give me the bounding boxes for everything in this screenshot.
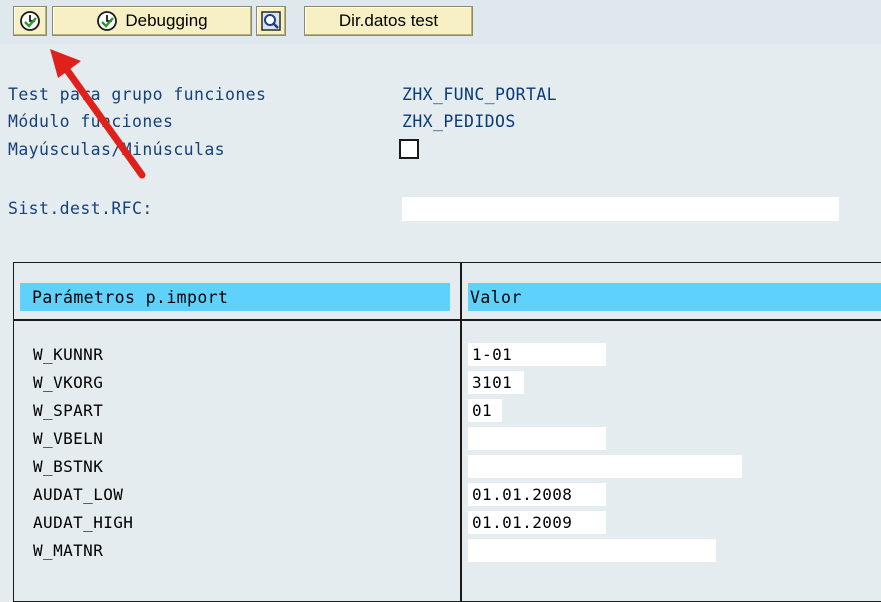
param-value-input[interactable]: 01 — [468, 399, 502, 422]
param-name: W_SPART — [33, 401, 104, 420]
debugging-button-label: Debugging — [125, 11, 208, 30]
param-name: W_BSTNK — [33, 457, 104, 476]
param-value-input[interactable] — [468, 427, 606, 450]
param-value-input[interactable] — [468, 539, 716, 562]
param-value-input[interactable] — [468, 455, 742, 478]
param-value-input[interactable]: 3101 — [468, 371, 524, 394]
column-header-value: Valor — [468, 283, 881, 311]
case-sensitive-checkbox[interactable] — [399, 139, 419, 159]
rfc-destination-label: Sist.dest.RFC: — [8, 199, 153, 218]
function-group-value: ZHX_FUNC_PORTAL — [402, 85, 558, 104]
clock-check-icon — [97, 11, 118, 31]
param-name: W_KUNNR — [33, 345, 104, 364]
import-parameters-table — [13, 262, 881, 602]
param-value-input[interactable]: 01.01.2009 — [468, 511, 606, 534]
test-data-button-label: Dir.datos test — [338, 11, 439, 30]
case-sensitive-label: Mayúsculas/Minúsculas — [8, 140, 226, 159]
clock-check-icon — [20, 11, 40, 31]
function-group-label: Test para grupo funciones — [8, 85, 267, 104]
function-module-label: Módulo funciones — [8, 112, 174, 131]
magnifier-icon — [261, 11, 281, 31]
param-name: W_VKORG — [33, 373, 104, 392]
column-header-parameters: Parámetros p.import — [20, 283, 450, 311]
test-data-directory-button[interactable]: Dir.datos test — [304, 6, 473, 36]
header-divider — [13, 319, 881, 321]
param-name: W_VBELN — [33, 429, 104, 448]
test-data-icon-button[interactable] — [256, 6, 286, 36]
param-name: W_MATNR — [33, 541, 104, 560]
debugging-button[interactable]: Debugging — [52, 6, 252, 36]
application-toolbar: Debugging Dir.datos test — [0, 0, 881, 44]
param-name: AUDAT_HIGH — [33, 513, 134, 532]
function-module-value: ZHX_PEDIDOS — [402, 112, 516, 131]
rfc-destination-input[interactable] — [402, 197, 839, 221]
param-value-input[interactable]: 1-01 — [468, 343, 606, 366]
column-divider — [460, 262, 462, 602]
param-name: AUDAT_LOW — [33, 485, 124, 504]
param-value-input[interactable]: 01.01.2008 — [468, 483, 606, 506]
execute-button[interactable] — [13, 6, 47, 36]
